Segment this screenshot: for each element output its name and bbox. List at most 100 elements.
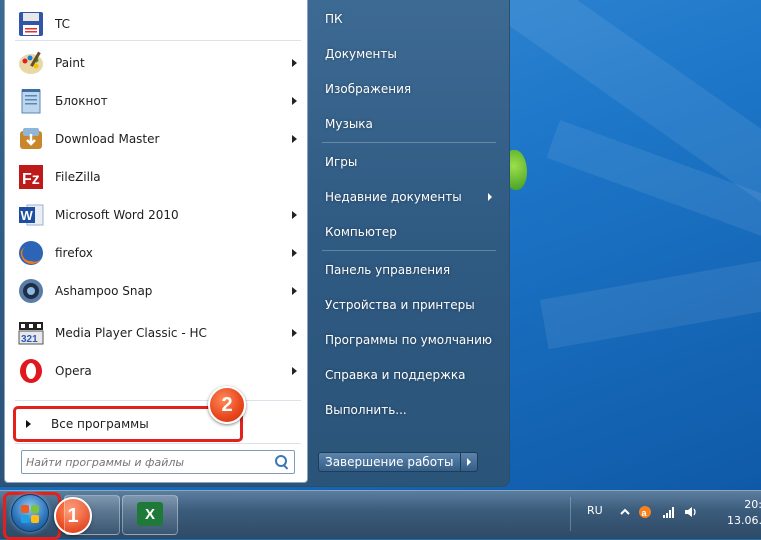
- program-item-firefox[interactable]: firefox: [9, 235, 303, 271]
- right-item-label: Устройства и принтеры: [325, 298, 475, 312]
- right-item-recent-documents[interactable]: Недавние документы: [318, 182, 500, 212]
- program-item-filezilla[interactable]: Fz FileZilla: [9, 159, 303, 195]
- excel-icon: X: [137, 502, 163, 526]
- program-label: Download Master: [55, 132, 160, 146]
- language-indicator[interactable]: RU: [587, 504, 603, 517]
- right-item-devices-printers[interactable]: Устройства и принтеры: [318, 290, 500, 320]
- program-label: FileZilla: [55, 170, 101, 184]
- submenu-arrow-icon[interactable]: [292, 249, 297, 257]
- right-item-label: ПК: [325, 12, 343, 26]
- pinned-separator: [15, 40, 301, 41]
- right-item-label: Недавние документы: [325, 190, 462, 204]
- windows-logo-icon: [21, 505, 29, 513]
- program-item-media-player-classic[interactable]: 321 Media Player Classic - HC: [9, 315, 303, 351]
- start-menu: TC Paint Блокнот Download Master Fz File…: [0, 0, 510, 487]
- right-item-label: Изображения: [325, 82, 412, 96]
- program-item-download-master[interactable]: Download Master: [9, 121, 303, 157]
- program-label: Блокнот: [55, 94, 108, 108]
- arrow-right-icon: [466, 458, 471, 466]
- svg-text:Fz: Fz: [22, 171, 40, 188]
- program-label: Paint: [55, 56, 85, 70]
- search-box[interactable]: [21, 450, 295, 474]
- clock-time: 20:11: [744, 498, 761, 511]
- taskbar-excel-button[interactable]: X: [122, 495, 178, 535]
- programs-pane: TC Paint Блокнот Download Master Fz File…: [4, 0, 308, 483]
- right-item-pictures[interactable]: Изображения: [318, 74, 500, 104]
- right-item-label: Панель управления: [325, 263, 451, 277]
- right-item-music[interactable]: Музыка: [318, 109, 500, 139]
- clock-date: 13.06.20: [727, 514, 761, 527]
- show-hidden-icons-icon[interactable]: [618, 505, 632, 519]
- search-icon[interactable]: [273, 453, 291, 471]
- paint-palette-icon: [15, 47, 47, 79]
- submenu-arrow-icon[interactable]: [292, 97, 297, 105]
- all-programs-separator: [15, 400, 301, 401]
- right-item-label: Справка и поддержка: [325, 368, 466, 382]
- wallpaper-ray: [540, 237, 761, 350]
- submenu-arrow-icon[interactable]: [292, 211, 297, 219]
- submenu-arrow-icon[interactable]: [292, 329, 297, 337]
- submenu-arrow-icon[interactable]: [292, 135, 297, 143]
- ashampoo-snap-icon: [15, 275, 47, 307]
- firefox-icon: [15, 237, 47, 269]
- submenu-arrow-icon[interactable]: [292, 59, 297, 67]
- right-item-label: Программы по умолчанию: [325, 333, 493, 347]
- program-item-paint[interactable]: Paint: [9, 45, 303, 81]
- right-item-default-programs[interactable]: Программы по умолчанию: [318, 325, 500, 355]
- start-button[interactable]: [11, 494, 49, 532]
- shutdown-group: Завершение работы: [318, 452, 478, 472]
- program-item-opera[interactable]: Opera: [9, 353, 303, 389]
- triangle-right-icon: [26, 420, 31, 428]
- search-input[interactable]: [22, 453, 273, 471]
- word-icon: W: [15, 199, 47, 231]
- right-item-pc[interactable]: ПК: [318, 4, 500, 34]
- right-item-run[interactable]: Выполнить...: [318, 395, 500, 425]
- notepad-icon: [15, 85, 47, 117]
- floppy-disk-icon: [15, 8, 47, 40]
- windows-logo-icon: [31, 505, 39, 513]
- right-item-control-panel[interactable]: Панель управления: [318, 255, 500, 285]
- right-item-games[interactable]: Игры: [318, 147, 500, 177]
- right-item-label: Выполнить...: [325, 403, 407, 417]
- shutdown-button[interactable]: Завершение работы: [318, 452, 461, 472]
- network-icon[interactable]: [662, 505, 676, 519]
- svg-text:321: 321: [21, 334, 38, 345]
- right-item-computer[interactable]: Компьютер: [318, 217, 500, 247]
- submenu-arrow-icon[interactable]: [292, 367, 297, 375]
- tray-separator: [570, 497, 571, 531]
- svg-text:W: W: [21, 208, 34, 223]
- submenu-arrow-icon[interactable]: [292, 287, 297, 295]
- volume-icon[interactable]: [684, 505, 698, 519]
- program-label: Opera: [55, 364, 92, 378]
- taskbar-pinned-app[interactable]: [64, 495, 120, 535]
- right-item-label: Компьютер: [325, 225, 397, 239]
- all-programs-label: Все программы: [51, 417, 149, 431]
- submenu-arrow-icon[interactable]: [488, 193, 492, 201]
- right-item-label: Документы: [325, 47, 397, 61]
- right-separator: [322, 142, 496, 143]
- right-item-label: Игры: [325, 155, 358, 169]
- program-item-word[interactable]: W Microsoft Word 2010: [9, 197, 303, 233]
- program-label: TC: [55, 17, 71, 31]
- program-item-tc[interactable]: TC: [9, 6, 303, 42]
- program-label: Ashampoo Snap: [55, 284, 153, 298]
- callout-badge-two: 2: [208, 386, 246, 424]
- windows-logo-icon: [21, 515, 29, 523]
- avast-icon[interactable]: a: [638, 505, 652, 519]
- windows-logo-icon: [31, 515, 39, 523]
- shutdown-options-button[interactable]: [460, 452, 478, 472]
- program-item-notepad[interactable]: Блокнот: [9, 83, 303, 119]
- program-label: Microsoft Word 2010: [55, 208, 179, 222]
- filezilla-icon: Fz: [15, 161, 47, 193]
- media-player-icon: 321: [15, 317, 47, 349]
- download-master-icon: [15, 123, 47, 155]
- right-item-documents[interactable]: Документы: [318, 39, 500, 69]
- taskbar: 1 X RU a 20:11 13.06.20: [0, 490, 761, 540]
- system-clock[interactable]: 20:11 13.06.20: [716, 497, 761, 529]
- program-label: firefox: [55, 246, 93, 260]
- program-item-ashampoo-snap[interactable]: Ashampoo Snap: [9, 273, 303, 309]
- right-separator: [322, 250, 496, 251]
- right-item-label: Музыка: [325, 117, 373, 131]
- search-separator: [15, 443, 301, 444]
- right-item-help-support[interactable]: Справка и поддержка: [318, 360, 500, 390]
